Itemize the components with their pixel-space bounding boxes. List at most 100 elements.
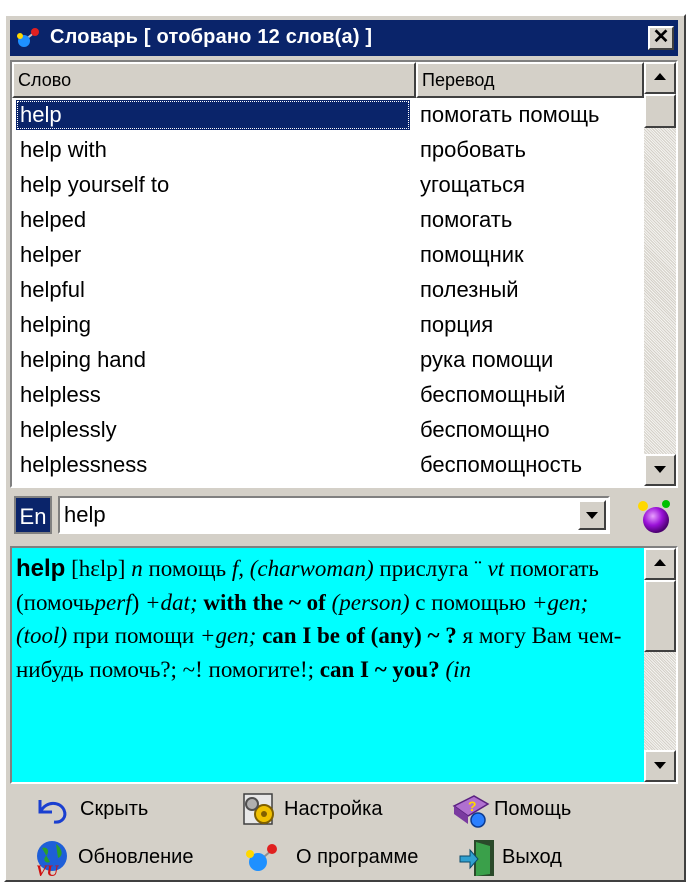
list-item[interactable]: helplessness беспомощность [12,448,644,483]
scroll-down-button[interactable] [644,454,676,486]
separator-mark: ¨ [474,556,482,581]
scroll-down-button[interactable] [644,750,676,782]
part-of-speech: n [131,556,143,581]
help-label: Помощь [494,798,572,820]
hide-label: Скрыть [80,798,149,820]
arrow-down-icon [654,762,666,769]
word-cell: helplessly [20,417,117,442]
phrase: can I be of (any) ~ ? [262,623,457,648]
hide-arrow-icon [38,800,67,824]
language-toggle[interactable]: En [14,496,52,534]
list-item[interactable]: helplessly беспомощно [12,413,644,448]
svg-text:VU: VU [36,863,60,878]
exit-label: Выход [502,846,562,868]
article-scrollbar[interactable] [644,548,676,782]
list-item[interactable]: helped помогать [12,203,644,238]
list-item-selected[interactable]: help помогать помощь [12,98,644,133]
molecule-app-icon [17,28,39,47]
column-header-word[interactable]: Слово [12,62,416,98]
search-input[interactable]: help [64,500,106,530]
translation-cell: порция [420,312,494,337]
translation-cell: пробовать [420,137,526,162]
settings-button[interactable]: Настройка [240,788,430,830]
arrow-down-icon [654,466,666,473]
translation-text: ) [131,589,140,615]
list-item[interactable]: helpless беспомощный [12,378,644,413]
list-item[interactable]: helper помощник [12,238,644,273]
title-bar[interactable]: Словарь [ отобрано 12 слов(а) ] ✕ [10,20,678,56]
settings-label: Настройка [284,798,383,820]
case-mark: +dat; [145,589,198,615]
list-scrollbar[interactable] [644,62,676,486]
word-cell: helping [20,312,91,337]
gender-mark: f, [231,556,244,581]
arrow-up-icon [654,73,666,80]
aspect-mark: perf [94,589,132,615]
case-mark: +gen; [199,623,257,648]
case-mark: +gen; [531,589,589,615]
translation-cell: беспомощный [420,382,566,407]
translation-text: с помощью [415,589,527,615]
exit-button[interactable]: Выход [458,836,598,878]
list-item[interactable]: helpful полезный [12,273,644,308]
context-note: (tool) [16,623,68,648]
word-cell: help with [20,137,107,162]
translation-cell: угощаться [420,172,526,197]
close-icon: ✕ [652,26,670,48]
translation-cell: помогать [420,207,513,232]
update-button[interactable]: VU Обновление [32,836,232,878]
article-headword: help [16,555,66,582]
settings-gears-icon [243,793,274,825]
list-item[interactable]: helping hand рука помощи [12,343,644,378]
scroll-thumb[interactable] [644,94,676,128]
transcription: [hɛlp] [71,556,126,581]
translate-orb-icon[interactable] [632,494,676,538]
arrow-up-icon [654,559,666,566]
scroll-thumb[interactable] [644,580,676,652]
article-view[interactable]: help [hɛlp] n помощь f, (charwoman) прис… [10,546,678,784]
translation-cell: рука помощи [420,347,554,372]
search-combobox[interactable]: help [58,496,610,534]
word-cell: helpless [20,382,101,407]
list-item[interactable]: help with пробовать [12,133,644,168]
close-button[interactable]: ✕ [648,26,674,50]
part-of-speech: vt [487,556,505,581]
word-cell: helping hand [20,347,147,372]
about-molecule-icon [246,844,277,871]
bottom-toolbar: Скрыть Настройка ? Помощь VU Обновление … [10,788,678,880]
exit-door-icon [459,840,494,876]
translation-text: прислуга [379,556,469,581]
word-cell: helper [20,242,82,267]
svg-text:?: ? [468,798,477,814]
translation-text: при помощи [72,623,195,648]
help-book-icon: ? [452,795,490,828]
hide-button[interactable]: Скрыть [32,788,192,830]
scroll-up-button[interactable] [644,62,676,94]
context-note: (person) [331,589,410,615]
translation-cell: помощник [420,242,524,267]
word-cell: helped [20,207,87,232]
translation-cell: помогать помощь [420,102,600,127]
translation-cell: беспомощно [420,417,550,442]
context-note: (in [445,656,472,682]
context-note: (charwoman) [249,556,374,581]
phrase: with the ~ of [203,589,326,615]
update-label: Обновление [78,846,194,868]
word-rows: help помогать помощь help with пробовать… [12,98,644,483]
help-button[interactable]: ? Помощь [450,788,620,830]
dictionary-window: Словарь [ отобрано 12 слов(а) ] ✕ Слово … [4,14,686,882]
word-cell: help yourself to [20,172,170,197]
column-header-translation[interactable]: Перевод [416,62,644,98]
word-cell: helpful [20,277,85,302]
translation-cell: беспомощность [420,452,583,477]
list-item[interactable]: help yourself to угощаться [12,168,644,203]
article-text: help [hɛlp] n помощь f, (charwoman) прис… [16,552,640,686]
scroll-up-button[interactable] [644,548,676,580]
word-list[interactable]: Слово Перевод help помогать помощь help … [10,60,678,488]
word-cell: help [16,100,410,130]
phrase: can I ~ you? [319,656,440,682]
about-button[interactable]: О программе [244,836,444,878]
translation-cell: полезный [420,277,519,302]
dropdown-button[interactable] [578,500,606,530]
list-item[interactable]: helping порция [12,308,644,343]
